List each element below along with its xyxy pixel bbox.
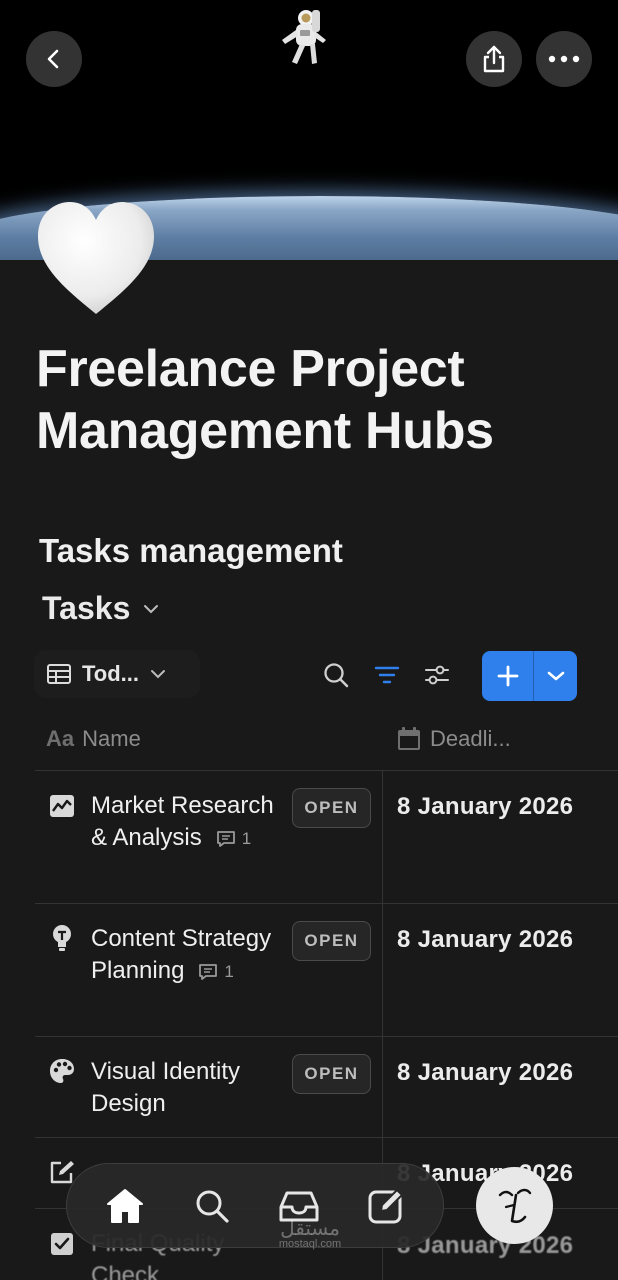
plus-icon: [497, 665, 518, 687]
filter-button[interactable]: [372, 660, 402, 690]
new-options-button[interactable]: [534, 651, 577, 701]
deadline-value[interactable]: 8 January 2026: [397, 1059, 573, 1087]
settings-button[interactable]: [422, 660, 452, 690]
column-label: Deadli...: [430, 726, 511, 751]
comment-count[interactable]: 1: [198, 956, 234, 988]
nav-compose[interactable]: [358, 1178, 414, 1234]
status-badge[interactable]: OPEN: [292, 921, 371, 961]
sliders-icon: [425, 665, 449, 685]
chart-icon: [48, 792, 76, 820]
bottom-navigation: [66, 1163, 444, 1248]
task-name: Content Strategy Planning: [91, 925, 272, 984]
filter-icon: [374, 666, 400, 684]
search-icon: [324, 663, 349, 688]
comment-icon: [216, 830, 235, 847]
task-name: Visual Identity Design: [91, 1058, 240, 1117]
search-button[interactable]: [321, 660, 351, 690]
database-title[interactable]: Tasks: [42, 590, 160, 627]
divider: [35, 1137, 618, 1138]
table-icon: [47, 664, 71, 684]
more-button[interactable]: [536, 31, 592, 87]
comment-count-value: 1: [241, 828, 252, 848]
section-heading[interactable]: Tasks management: [39, 532, 343, 570]
view-label: Tod...: [82, 661, 140, 686]
palette-icon: [48, 1057, 76, 1085]
search-icon: [196, 1190, 229, 1223]
status-badge[interactable]: OPEN: [292, 1054, 371, 1094]
share-button[interactable]: [466, 31, 522, 87]
text-property-icon: Aa: [46, 726, 75, 751]
table-row[interactable]: Market Research & Analysis 1: [91, 790, 291, 855]
divider: [35, 903, 618, 904]
compose-icon: [368, 1188, 403, 1223]
white-heart-icon: [38, 202, 154, 314]
page-title[interactable]: Freelance Project Management Hubs: [36, 338, 606, 462]
column-label: Name: [82, 726, 141, 751]
calendar-icon: [398, 727, 420, 750]
more-horizontal-icon: [548, 55, 580, 63]
checkbox-icon: [48, 1230, 76, 1258]
share-icon: [483, 45, 505, 73]
database-title-label: Tasks: [42, 590, 131, 626]
home-icon: [106, 1188, 143, 1223]
nav-home[interactable]: [97, 1178, 153, 1234]
back-button[interactable]: [26, 31, 82, 87]
new-task-button[interactable]: [482, 651, 577, 701]
column-header-deadline[interactable]: Deadli...: [396, 726, 511, 752]
watermark-arabic: مستقل: [280, 1216, 340, 1240]
comment-count[interactable]: 1: [216, 823, 251, 855]
chevron-left-icon: [47, 49, 59, 69]
notion-ai-face-icon: [498, 1188, 531, 1223]
deadline-value[interactable]: 8 January 2026: [397, 926, 573, 954]
chevron-down-icon: [547, 671, 564, 681]
deadline-value[interactable]: 8 January 2026: [397, 793, 573, 821]
comment-count-value: 1: [224, 961, 234, 981]
comment-icon: [199, 963, 218, 980]
astronaut-icon: [282, 10, 326, 64]
watermark-latin: mostaql.com: [278, 1238, 342, 1250]
table-row[interactable]: Content Strategy Planning 1: [91, 923, 291, 988]
column-header-name[interactable]: Aa Name: [46, 726, 141, 752]
notion-ai-button[interactable]: [476, 1167, 553, 1244]
table-row[interactable]: Visual Identity Design: [91, 1056, 291, 1120]
nav-search[interactable]: [184, 1178, 240, 1234]
lightbulb-icon: [48, 924, 76, 952]
status-badge[interactable]: OPEN: [292, 788, 371, 828]
divider: [35, 1036, 618, 1037]
chevron-down-icon: [144, 604, 159, 613]
watermark: مستقل mostaql.com: [268, 1218, 352, 1250]
divider: [35, 770, 618, 771]
chevron-down-icon: [151, 670, 166, 679]
add-button[interactable]: [482, 651, 534, 701]
view-selector[interactable]: Tod...: [34, 650, 200, 698]
